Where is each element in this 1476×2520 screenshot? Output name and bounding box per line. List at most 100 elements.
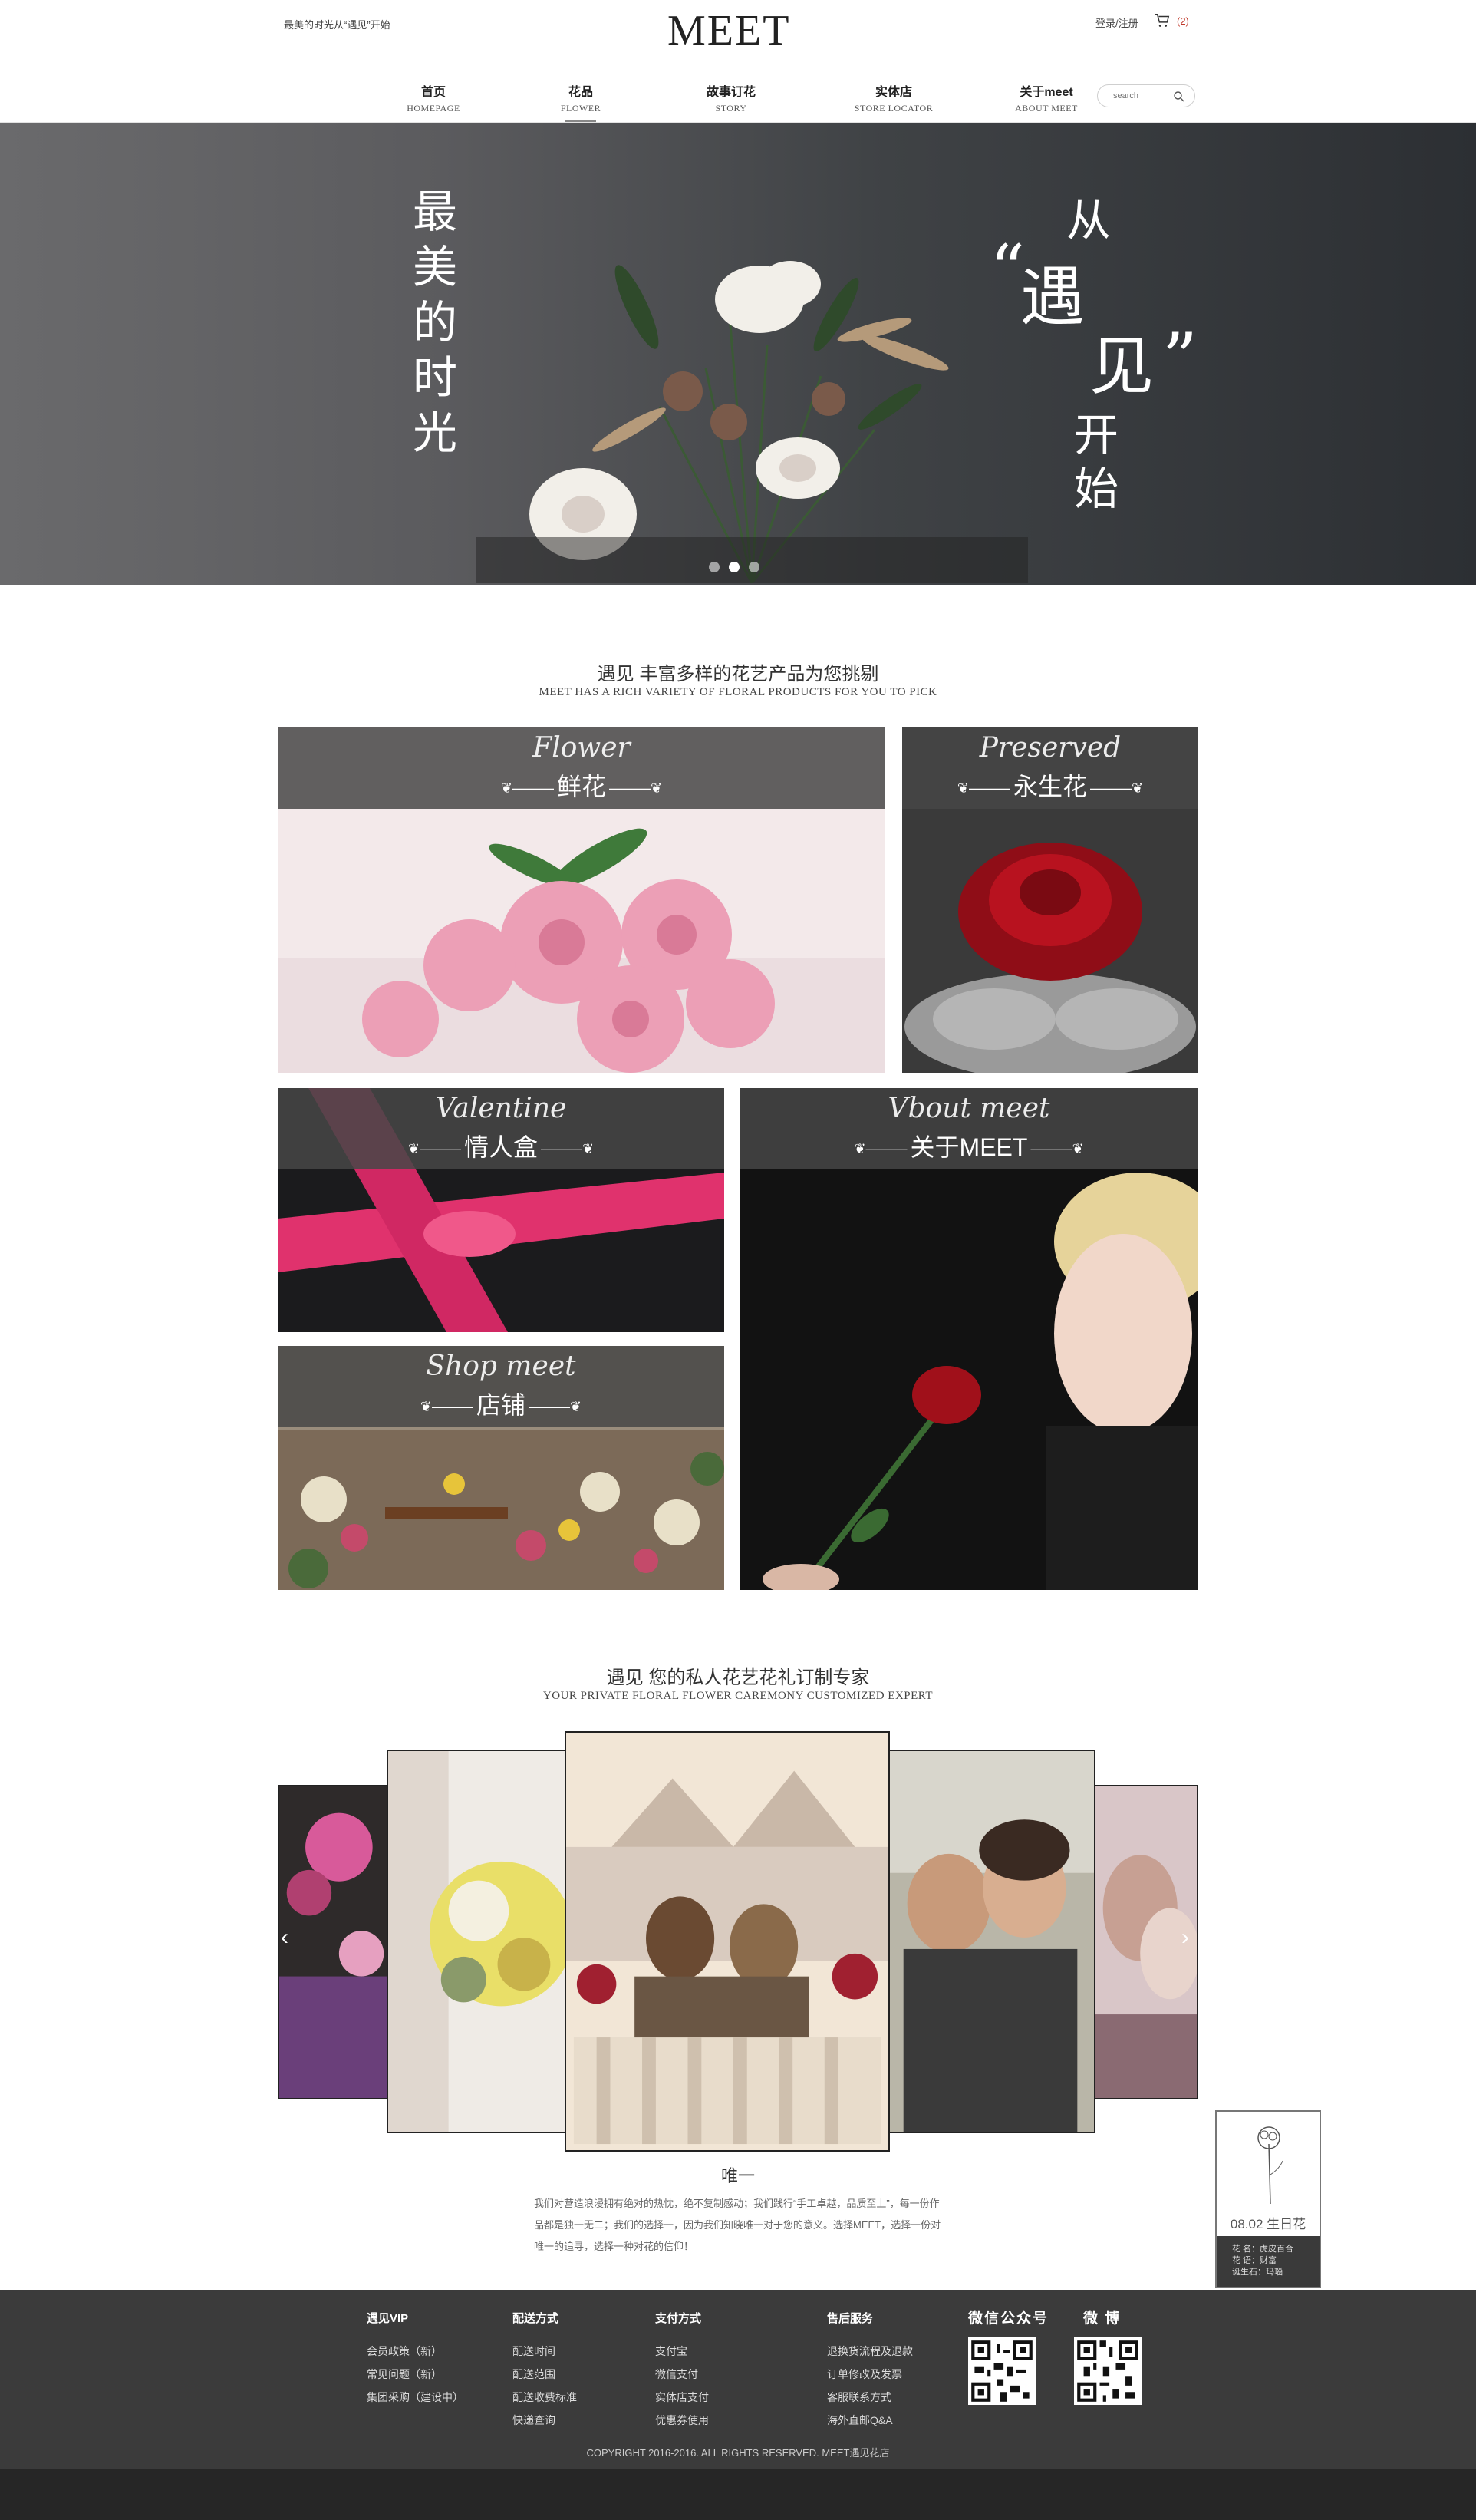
footer-link[interactable]: 集团采购（建设中） <box>367 2386 463 2409</box>
wechat-qr-code[interactable] <box>968 2337 1036 2405</box>
flower-meaning-line: 花 语：财富 <box>1232 2256 1277 2265</box>
carousel-prev-arrow[interactable]: ‹ <box>281 1925 288 1951</box>
top-header: 最美的时光从“遇见”开始 MEET 登录/注册 (2) 首页 HOMEPAGE … <box>0 0 1476 123</box>
weibo-qr-code[interactable] <box>1074 2337 1142 2405</box>
footer-column-title: 遇见VIP <box>367 2312 409 2325</box>
tile-valentine[interactable]: Valentine 情人盒 <box>278 1088 724 1332</box>
nav-item-store-locator[interactable]: 实体店 STORE LOCATOR <box>844 81 944 114</box>
header-slogan: 最美的时光从“遇见”开始 <box>284 19 390 31</box>
hero-left-char: 光 <box>412 407 457 459</box>
login-register-link[interactable]: 登录/注册 <box>1095 15 1138 30</box>
unique-description: 我们对营造浪漫拥有绝对的热忱，绝不复制感动；我们践行“手工卓越，品质至上”，每一… <box>534 2198 941 2252</box>
nav-item-label: 实体店 <box>875 86 912 99</box>
tile-flower[interactable]: Flower 鲜花 <box>278 727 885 1073</box>
footer-column-title: 支付方式 <box>655 2312 702 2325</box>
hero-right-char: 遇 <box>1020 259 1086 335</box>
footer-link[interactable]: 快递查询 <box>512 2409 577 2432</box>
table-flowers-image <box>279 1786 391 2098</box>
slider-dot[interactable] <box>709 562 720 572</box>
footer-link[interactable]: 海外直邮Q&A <box>827 2409 913 2432</box>
birthday-flower-widget[interactable]: 08.02 生日花 花 名：虎皮百合 花 语：财富 诞生石：玛瑙 <box>1215 2110 1321 2288</box>
slider-dot[interactable] <box>749 562 759 572</box>
hero-slider-dots <box>709 562 759 572</box>
footer-link[interactable]: 配送时间 <box>512 2340 577 2363</box>
nav-item-label: 关于meet <box>1020 86 1073 99</box>
flower-sketch-icon <box>1257 2126 1283 2205</box>
bridal-bouquet-image <box>388 1751 566 2132</box>
footer-link[interactable]: 支付宝 <box>655 2340 709 2363</box>
footer-link[interactable]: 会员政策（新） <box>367 2340 463 2363</box>
footer-link[interactable]: 常见问题（新） <box>367 2363 463 2386</box>
footer-link[interactable]: 退换货流程及退款 <box>827 2340 913 2363</box>
search-icon[interactable] <box>1173 91 1185 103</box>
nav-item-label: 首页 <box>420 86 446 99</box>
section-products-subtitle: MEET HAS A RICH VARIETY OF FLORAL PRODUC… <box>539 686 937 698</box>
site-footer: 遇见VIP 会员政策（新） 常见问题（新） 集团采购（建设中） 配送方式 配送时… <box>0 2290 1476 2520</box>
search-input[interactable] <box>1113 90 1167 102</box>
hero-left-char: 时 <box>412 351 457 404</box>
hero-close-quote: ” <box>1162 318 1198 399</box>
carousel-slide-center[interactable] <box>565 1731 890 2152</box>
footer-column-title: 售后服务 <box>827 2312 874 2325</box>
hero-banner[interactable]: 最 美 的 时 光 从 “ 遇 见 ” 开 始 <box>0 123 1476 585</box>
nav-item-story[interactable]: 故事订花 STORY <box>681 81 781 114</box>
footer-link[interactable]: 配送范围 <box>512 2363 577 2386</box>
nav-item-sublabel: ABOUT MEET <box>1015 103 1078 114</box>
carousel-slide-far-left[interactable] <box>278 1785 393 2099</box>
footer-link[interactable]: 微信支付 <box>655 2363 709 2386</box>
slider-dot-active[interactable] <box>729 562 740 572</box>
wechat-title: 微信公众号 <box>968 2311 1049 2327</box>
nav-item-about-meet[interactable]: 关于meet ABOUT MEET <box>997 81 1096 114</box>
carousel-slide-right[interactable] <box>887 1750 1095 2133</box>
tile-title: 永生花 <box>902 767 1198 803</box>
couple-on-bench-image <box>566 1733 888 2150</box>
nav-item-label: 花品 <box>568 86 593 99</box>
nav-item-flower[interactable]: 花品 FLOWER <box>531 81 631 122</box>
section-custom-title: 遇见 您的私人花艺花礼订制专家 <box>606 1667 870 1688</box>
tile-preserved[interactable]: Preserved 永生花 <box>902 727 1198 1073</box>
tile-script-title: Valentine <box>435 1093 567 1124</box>
nav-item-sublabel: HOMEPAGE <box>407 103 460 114</box>
footer-bottom-bar <box>0 2469 1476 2520</box>
hero-left-text: 最 美 的 时 光 <box>408 184 462 460</box>
tile-title: 鲜花 <box>278 767 885 803</box>
site-logo[interactable]: MEET <box>667 6 790 55</box>
hero-left-char: 的 <box>412 296 457 348</box>
tile-title: 店铺 <box>278 1386 724 1421</box>
section-products-title: 遇见 丰富多样的花艺产品为您挑剔 <box>597 664 879 684</box>
tile-shop[interactable]: Shop meet 店铺 <box>278 1346 724 1590</box>
footer-column-vip: 遇见VIP 会员政策（新） 常见问题（新） 集团采购（建设中） <box>367 2310 463 2409</box>
main-nav: 首页 HOMEPAGE 花品 FLOWER 故事订花 STORY 实体店 STO… <box>0 77 1476 122</box>
carousel-next-arrow[interactable]: › <box>1181 1925 1189 1951</box>
nav-item-sublabel: STORE LOCATOR <box>854 103 934 114</box>
copyright-text: COPYRIGHT 2016-2016. ALL RIGHTS RESERVED… <box>586 2447 890 2459</box>
nav-item-sublabel: STORY <box>715 103 747 114</box>
hero-right-char: 始 <box>1074 463 1119 515</box>
hero-right-text: 从 “ 遇 见 ” 开 始 <box>990 184 1220 522</box>
happy-couple-image <box>888 1751 1094 2132</box>
footer-link[interactable]: 实体店支付 <box>655 2386 709 2409</box>
weibo-title: 微 博 <box>1083 2311 1122 2327</box>
footer-column-delivery: 配送方式 配送时间 配送范围 配送收费标准 快递查询 <box>512 2310 577 2432</box>
footer-link[interactable]: 配送收费标准 <box>512 2386 577 2409</box>
hero-right-char: 从 <box>1066 194 1112 246</box>
footer-link[interactable]: 优惠券使用 <box>655 2409 709 2432</box>
flower-name-line: 花 名：虎皮百合 <box>1232 2245 1294 2254</box>
hero-right-char: 见 <box>1089 328 1155 404</box>
carousel-slide-left[interactable] <box>387 1750 568 2133</box>
nav-item-homepage[interactable]: 首页 HOMEPAGE <box>384 81 483 114</box>
footer-column-title: 配送方式 <box>512 2312 559 2325</box>
cart-icon[interactable] <box>1154 12 1171 29</box>
nav-item-sublabel: FLOWER <box>560 103 601 114</box>
hero-bouquet-image <box>476 261 1028 583</box>
footer-column-payment: 支付方式 支付宝 微信支付 实体店支付 优惠券使用 <box>655 2310 709 2432</box>
birthday-flower-date: 08.02 生日花 <box>1230 2217 1306 2231</box>
tile-about-meet[interactable]: Vbout meet 关于MEET <box>740 1088 1198 1590</box>
section-custom-subtitle: YOUR PRIVATE FLORAL FLOWER CAREMONY CUST… <box>542 1690 934 1702</box>
footer-link[interactable]: 客服联系方式 <box>827 2386 913 2409</box>
nav-item-label: 故事订花 <box>706 86 756 99</box>
birthday-flower-details: 花 名：虎皮百合 花 语：财富 诞生石：玛瑙 <box>1217 2236 1320 2287</box>
footer-link[interactable]: 订单修改及发票 <box>827 2363 913 2386</box>
tile-script-title: Preserved <box>979 732 1122 764</box>
cart-count-badge: (2) <box>1177 15 1189 27</box>
